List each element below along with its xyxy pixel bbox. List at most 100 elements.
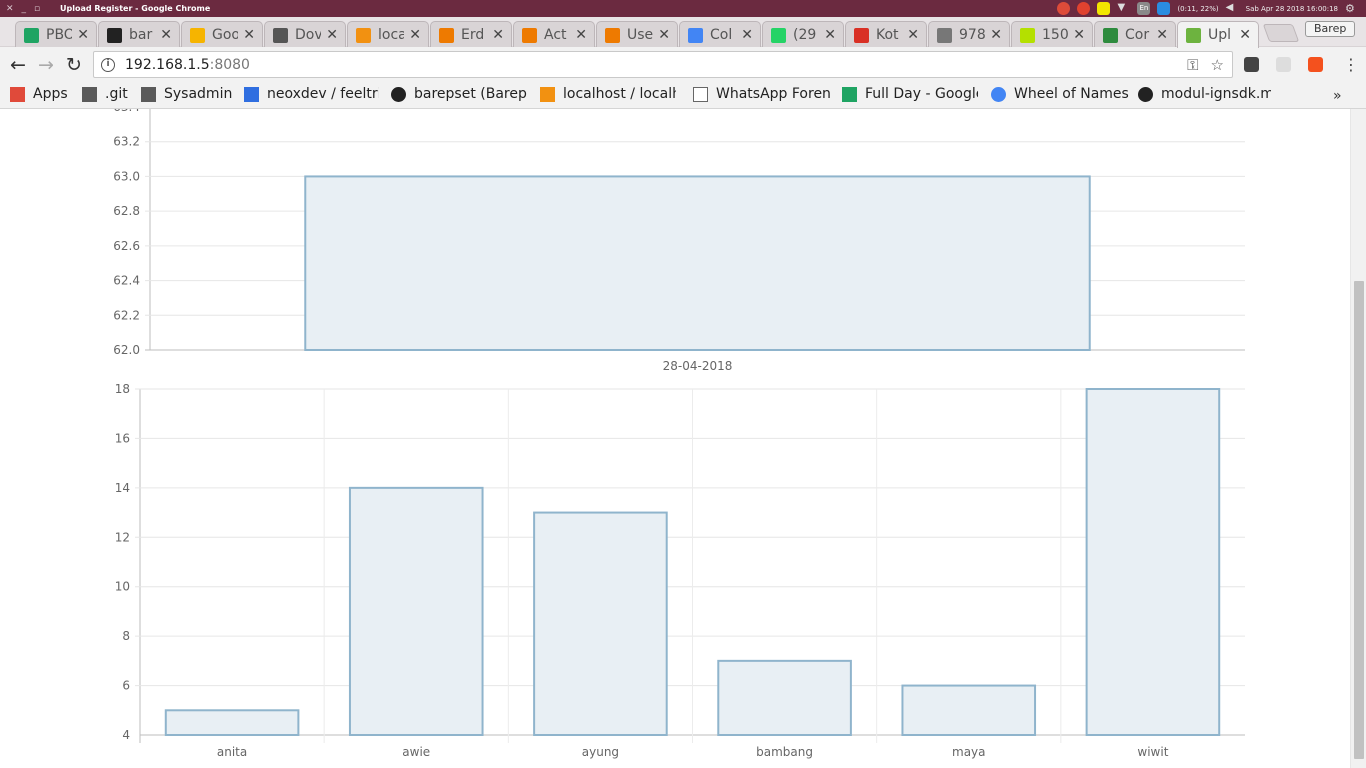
close-window-icon[interactable]: ✕ [6, 4, 14, 14]
keyboard-layout-icon[interactable]: En [1137, 2, 1151, 15]
y-tick-label: 12 [115, 530, 130, 544]
orange-app-icon [522, 27, 537, 43]
apps-grid-icon [10, 86, 25, 102]
tab-label: 150 [1042, 27, 1068, 43]
mail-notifier-icon[interactable] [1077, 2, 1091, 15]
y-tick-label: 4 [122, 728, 130, 742]
bar-awie [348, 486, 484, 736]
wifi-icon[interactable]: ▼ [1117, 2, 1130, 15]
volume-icon[interactable]: ◀ [1226, 2, 1239, 15]
tab-0[interactable]: PBO ✕ [15, 21, 97, 48]
bookmark-item[interactable]: Apps [10, 86, 68, 102]
tab-12[interactable]: 150 ✕ [1011, 21, 1093, 48]
close-tab-icon[interactable]: ✕ [326, 27, 338, 43]
github-icon [1138, 86, 1153, 102]
tab-4[interactable]: loca ✕ [347, 21, 429, 48]
tab-7[interactable]: Use ✕ [596, 21, 678, 48]
minimize-window-icon[interactable]: _ [22, 4, 27, 14]
address-bar[interactable]: i 192.168.1.5:8080 ⚿ ☆ [93, 51, 1233, 78]
y-tick-label: 63.4 [113, 109, 140, 114]
profile-button[interactable]: Barep [1305, 21, 1356, 37]
close-tab-icon[interactable]: ✕ [77, 27, 89, 43]
tab-2[interactable]: Goo ✕ [181, 21, 263, 48]
close-tab-icon[interactable]: ✕ [824, 27, 836, 43]
y-tick-label: 62.6 [113, 239, 140, 253]
close-tab-icon[interactable]: ✕ [741, 27, 753, 43]
tab-14[interactable]: Upl ✕ [1177, 21, 1259, 48]
bluetooth-icon[interactable] [1157, 2, 1171, 15]
key-icon[interactable]: ⚿ [1187, 56, 1198, 74]
bar-wiwit [1085, 388, 1221, 736]
close-tab-icon[interactable]: ✕ [409, 27, 421, 43]
tab-label: bar [129, 27, 153, 43]
github-icon [391, 86, 406, 102]
chrome-icon[interactable] [1057, 2, 1071, 15]
bookmark-item[interactable]: WhatsApp Foren [693, 86, 831, 102]
star-icon[interactable]: ☆ [1211, 56, 1224, 74]
y-tick-label: 16 [115, 431, 130, 445]
window-controls[interactable]: ✕ _ ▫ [0, 4, 60, 14]
keep-extension-icon[interactable] [1244, 57, 1259, 72]
scrollbar[interactable] [1350, 109, 1366, 768]
chevron-more-icon[interactable]: » [1333, 88, 1342, 104]
bookmark-item[interactable]: Wheel of Names [991, 86, 1129, 102]
tab-label: Kot [876, 27, 899, 43]
tab-10[interactable]: Kot ✕ [845, 21, 927, 48]
close-tab-icon[interactable]: ✕ [160, 27, 172, 43]
tab-6[interactable]: Act ✕ [513, 21, 595, 48]
notes-icon[interactable] [1097, 2, 1111, 15]
tab-9[interactable]: (29 ✕ [762, 21, 844, 48]
bar-ayung [533, 511, 668, 737]
tab-8[interactable]: Col ✕ [679, 21, 761, 48]
forward-icon[interactable]: → [35, 54, 57, 76]
tab-5[interactable]: Erd ✕ [430, 21, 512, 48]
clock[interactable]: Sab Apr 28 2018 16:00:18 [1246, 5, 1338, 13]
gear-icon[interactable]: ⚙ [1345, 2, 1358, 15]
close-tab-icon[interactable]: ✕ [658, 27, 670, 43]
new-tab-button[interactable] [1262, 24, 1300, 42]
bookmarks-bar: » Apps .git Sysadmin neoxdev / feeltri barep… [0, 82, 1366, 109]
reload-icon[interactable]: ↻ [63, 54, 85, 76]
battery-status[interactable]: (0:11, 22%) [1177, 5, 1218, 13]
bar-bambang [717, 659, 852, 736]
close-tab-icon[interactable]: ✕ [1156, 27, 1168, 43]
bookmark-item[interactable]: localhost / localh [540, 86, 676, 102]
close-tab-icon[interactable]: ✕ [990, 27, 1002, 43]
bookmark-item[interactable]: neoxdev / feeltri [244, 86, 379, 102]
bookmark-label: Sysadmin [164, 86, 233, 102]
site-info-icon[interactable]: i [101, 57, 115, 72]
bookmark-label: WhatsApp Foren [716, 86, 831, 102]
bookmark-item[interactable]: barepset (Barep [391, 86, 527, 102]
tab-label: Cor [1125, 27, 1150, 43]
phpmyadmin-icon [356, 27, 371, 43]
y-tick-label: 62.4 [113, 274, 140, 288]
scroll-thumb[interactable] [1354, 281, 1364, 759]
bookmark-item[interactable]: Sysadmin [141, 86, 232, 102]
tab-label: PBO [46, 27, 72, 43]
honey-extension-icon[interactable] [1308, 57, 1323, 72]
close-tab-icon[interactable]: ✕ [907, 27, 919, 43]
menu-icon[interactable]: ⋮ [1343, 55, 1359, 74]
bookmark-item[interactable]: .git [82, 86, 128, 102]
tab-3[interactable]: Dov ✕ [264, 21, 346, 48]
close-tab-icon[interactable]: ✕ [1073, 27, 1085, 43]
close-tab-icon[interactable]: ✕ [575, 27, 587, 43]
cast-extension-icon[interactable] [1276, 57, 1291, 72]
back-icon[interactable]: ← [7, 54, 29, 76]
url-text[interactable]: 192.168.1.5:8080 [125, 57, 250, 73]
bookmark-item[interactable]: Full Day - Google [842, 86, 978, 102]
close-tab-icon[interactable]: ✕ [492, 27, 504, 43]
spring-leaf-icon [1186, 27, 1201, 43]
x-tick-label: maya [952, 745, 986, 759]
bookmark-label: Full Day - Google [865, 86, 978, 102]
tab-11[interactable]: 978 ✕ [928, 21, 1010, 48]
close-tab-icon[interactable]: ✕ [1239, 27, 1251, 43]
close-tab-icon[interactable]: ✕ [243, 27, 255, 43]
y-tick-label: 63.2 [113, 135, 140, 149]
maximize-window-icon[interactable]: ▫ [34, 4, 40, 14]
x-tick-label: bambang [756, 745, 813, 759]
tab-13[interactable]: Cor ✕ [1094, 21, 1176, 48]
gmail-icon [854, 27, 869, 43]
tab-1[interactable]: bar ✕ [98, 21, 180, 48]
bookmark-item[interactable]: modul-ignsdk.m [1138, 86, 1271, 102]
